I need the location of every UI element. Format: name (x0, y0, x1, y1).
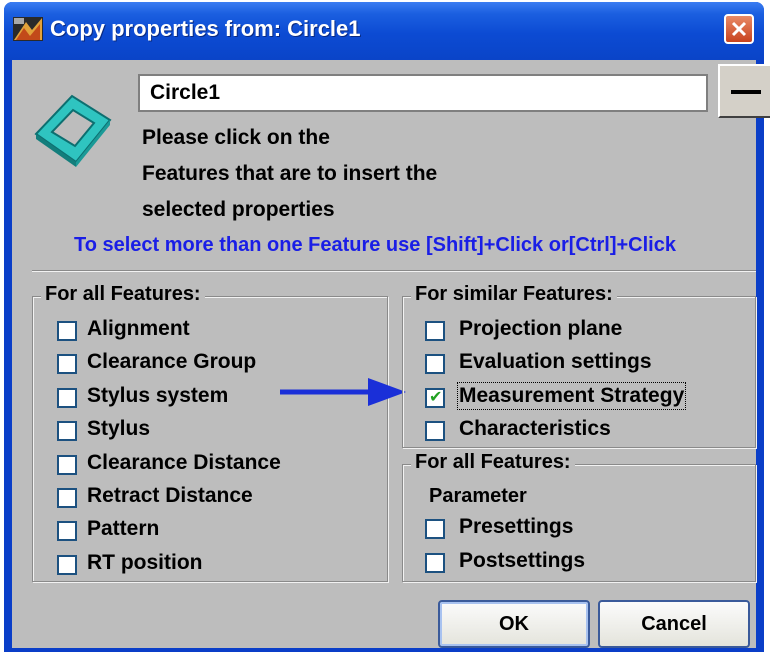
dialog-window: Copy properties from: Circle1 Please cli… (4, 2, 770, 652)
projection-plane-label: Projection plane (459, 317, 623, 340)
similar-features-group: For similar Features: Projection plane E… (402, 283, 756, 448)
evaluation-settings-label: Evaluation settings (459, 350, 652, 373)
characteristics-label: Characteristics (459, 417, 611, 440)
pattern-label: Pattern (87, 517, 160, 540)
feature-name-field[interactable] (138, 74, 708, 112)
clearance-group-checkbox[interactable] (57, 354, 77, 374)
presettings-checkbox[interactable] (425, 519, 445, 539)
all-features-group: For all Features: Alignment Clearance Gr… (32, 283, 388, 582)
stylus-system-checkbox[interactable] (57, 388, 77, 408)
minus-icon (731, 90, 761, 94)
instruction-line-2: Features that are to insert the (142, 162, 438, 185)
postsettings-label: Postsettings (459, 549, 586, 572)
postsettings-checkbox[interactable] (425, 553, 445, 573)
clearance-group-label: Clearance Group (87, 350, 257, 373)
measurement-strategy-label: Measurement Strategy (456, 382, 687, 410)
stylus-system-label: Stylus system (87, 384, 229, 407)
parameter-group: For all Features: Parameter Presettings … (402, 451, 756, 582)
close-icon (731, 21, 747, 37)
minus-button[interactable] (718, 64, 770, 118)
clearance-distance-label: Clearance Distance (87, 451, 281, 474)
alignment-checkbox[interactable] (57, 321, 77, 341)
evaluation-settings-checkbox[interactable] (425, 354, 445, 374)
dialog-body: Please click on the Features that are to… (12, 60, 770, 648)
window-title: Copy properties from: Circle1 (50, 16, 361, 41)
all-features-legend: For all Features: (41, 283, 205, 306)
retract-distance-checkbox[interactable] (57, 488, 77, 508)
stylus-checkbox[interactable] (57, 421, 77, 441)
characteristics-checkbox[interactable] (425, 421, 445, 441)
circle-feature-icon (34, 94, 112, 167)
presettings-label: Presettings (459, 515, 574, 538)
title-bar[interactable]: Copy properties from: Circle1 (4, 2, 764, 60)
retract-distance-label: Retract Distance (87, 484, 253, 507)
similar-features-legend: For similar Features: (411, 283, 617, 306)
arrow-annotation (280, 378, 406, 406)
rt-position-label: RT position (87, 551, 203, 574)
instruction-line-1: Please click on the (142, 126, 330, 149)
alignment-label: Alignment (87, 317, 190, 340)
measurement-strategy-checkbox[interactable] (425, 387, 445, 408)
ok-button[interactable]: OK (438, 600, 590, 648)
clearance-distance-checkbox[interactable] (57, 455, 77, 475)
parameter-group-legend: For all Features: (411, 451, 575, 474)
separator (32, 270, 756, 272)
parameter-label: Parameter (429, 485, 527, 507)
instruction-line-3: selected properties (142, 198, 335, 221)
rt-position-checkbox[interactable] (57, 555, 77, 575)
multi-select-hint: To select more than one Feature use [Shi… (74, 234, 676, 256)
app-icon (13, 17, 43, 41)
close-button[interactable] (724, 14, 754, 44)
cancel-button[interactable]: Cancel (598, 600, 750, 648)
projection-plane-checkbox[interactable] (425, 321, 445, 341)
pattern-checkbox[interactable] (57, 521, 77, 541)
stylus-label: Stylus (87, 417, 151, 440)
